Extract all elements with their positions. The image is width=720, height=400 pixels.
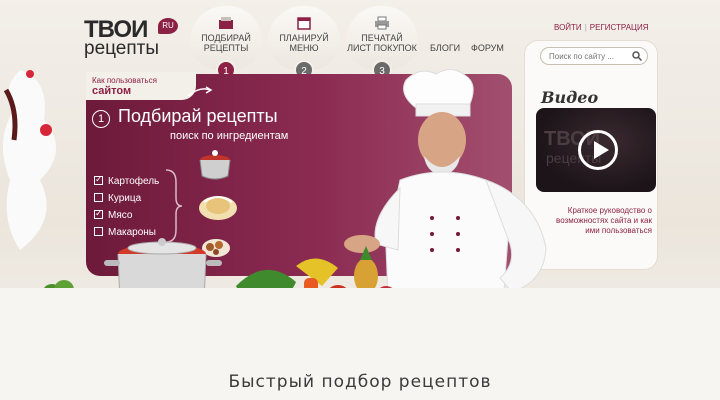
recipe-icon — [219, 17, 233, 29]
play-icon[interactable] — [578, 130, 618, 170]
panel-title: Подбирай рецепты — [118, 106, 278, 126]
search-input[interactable] — [549, 50, 629, 62]
ingredient-checkbox[interactable]: Мясо — [94, 208, 133, 221]
auth-links: ВОЙТИ | РЕГИСТРАЦИЯ — [554, 23, 649, 32]
nav-step-recipes[interactable]: подбирай рецепты 1 — [190, 6, 262, 80]
how-to-use-line2: сайтом — [92, 85, 132, 97]
ingredient-label: Картофель — [108, 176, 160, 187]
calendar-icon — [297, 17, 311, 30]
soup-pot-icon — [199, 150, 231, 180]
milk-splash-decoration — [2, 70, 57, 250]
brace-icon — [165, 169, 183, 243]
video-description: Краткое руководство о возможностях сайта… — [556, 206, 652, 235]
pasta-dish-icon — [199, 196, 237, 220]
wave-divider — [0, 300, 720, 340]
register-link[interactable]: РЕГИСТРАЦИЯ — [590, 23, 649, 32]
auth-separator: | — [584, 23, 587, 32]
checkbox-icon[interactable] — [94, 208, 103, 219]
ingredient-label: Мясо — [108, 210, 133, 221]
logo-badge: RU — [158, 18, 178, 34]
search-icon[interactable] — [632, 51, 642, 61]
nav-step-menu[interactable]: планируй меню 2 — [268, 6, 340, 80]
ingredient-checkbox[interactable]: Макароны — [94, 227, 156, 238]
ingredient-checkbox[interactable]: Картофель — [94, 174, 160, 187]
printer-icon — [375, 16, 389, 30]
how-to-use-line1: Как пользоваться — [92, 76, 157, 85]
section-heading: Быстрый подбор рецептов — [228, 372, 492, 392]
nav-link-forum[interactable]: форум — [471, 43, 504, 53]
nav-step-label-line1: печатай — [361, 33, 403, 43]
step-number-badge: 1 — [92, 110, 110, 128]
how-to-use-link[interactable]: Как пользоваться сайтом — [92, 76, 192, 98]
nav-step-label-line1: подбирай — [201, 33, 251, 43]
site-logo[interactable]: ТВОИ RU рецепты — [84, 16, 184, 60]
search-box — [540, 47, 648, 65]
panel-subtitle: поиск по ингредиентам — [170, 130, 289, 142]
nav-step-label-line1: планируй — [279, 33, 329, 43]
ingredient-label: Макароны — [108, 227, 156, 238]
checkbox-icon[interactable] — [94, 193, 103, 202]
checkbox-icon[interactable] — [94, 227, 103, 236]
curved-arrow-icon — [187, 86, 213, 97]
nav-link-blogs[interactable]: блоги — [430, 43, 460, 53]
nav-step-label-line2: рецепты — [203, 43, 249, 53]
logo-text-bottom: рецепты — [84, 38, 160, 59]
nav-step-label-line2: лист покупок — [347, 43, 417, 53]
ingredient-checkbox[interactable]: Курица — [94, 193, 141, 204]
checkbox-icon[interactable] — [94, 174, 103, 185]
nav-step-label-line2: меню — [289, 43, 319, 53]
login-link[interactable]: ВОЙТИ — [554, 23, 582, 32]
ingredient-label: Курица — [108, 193, 142, 204]
